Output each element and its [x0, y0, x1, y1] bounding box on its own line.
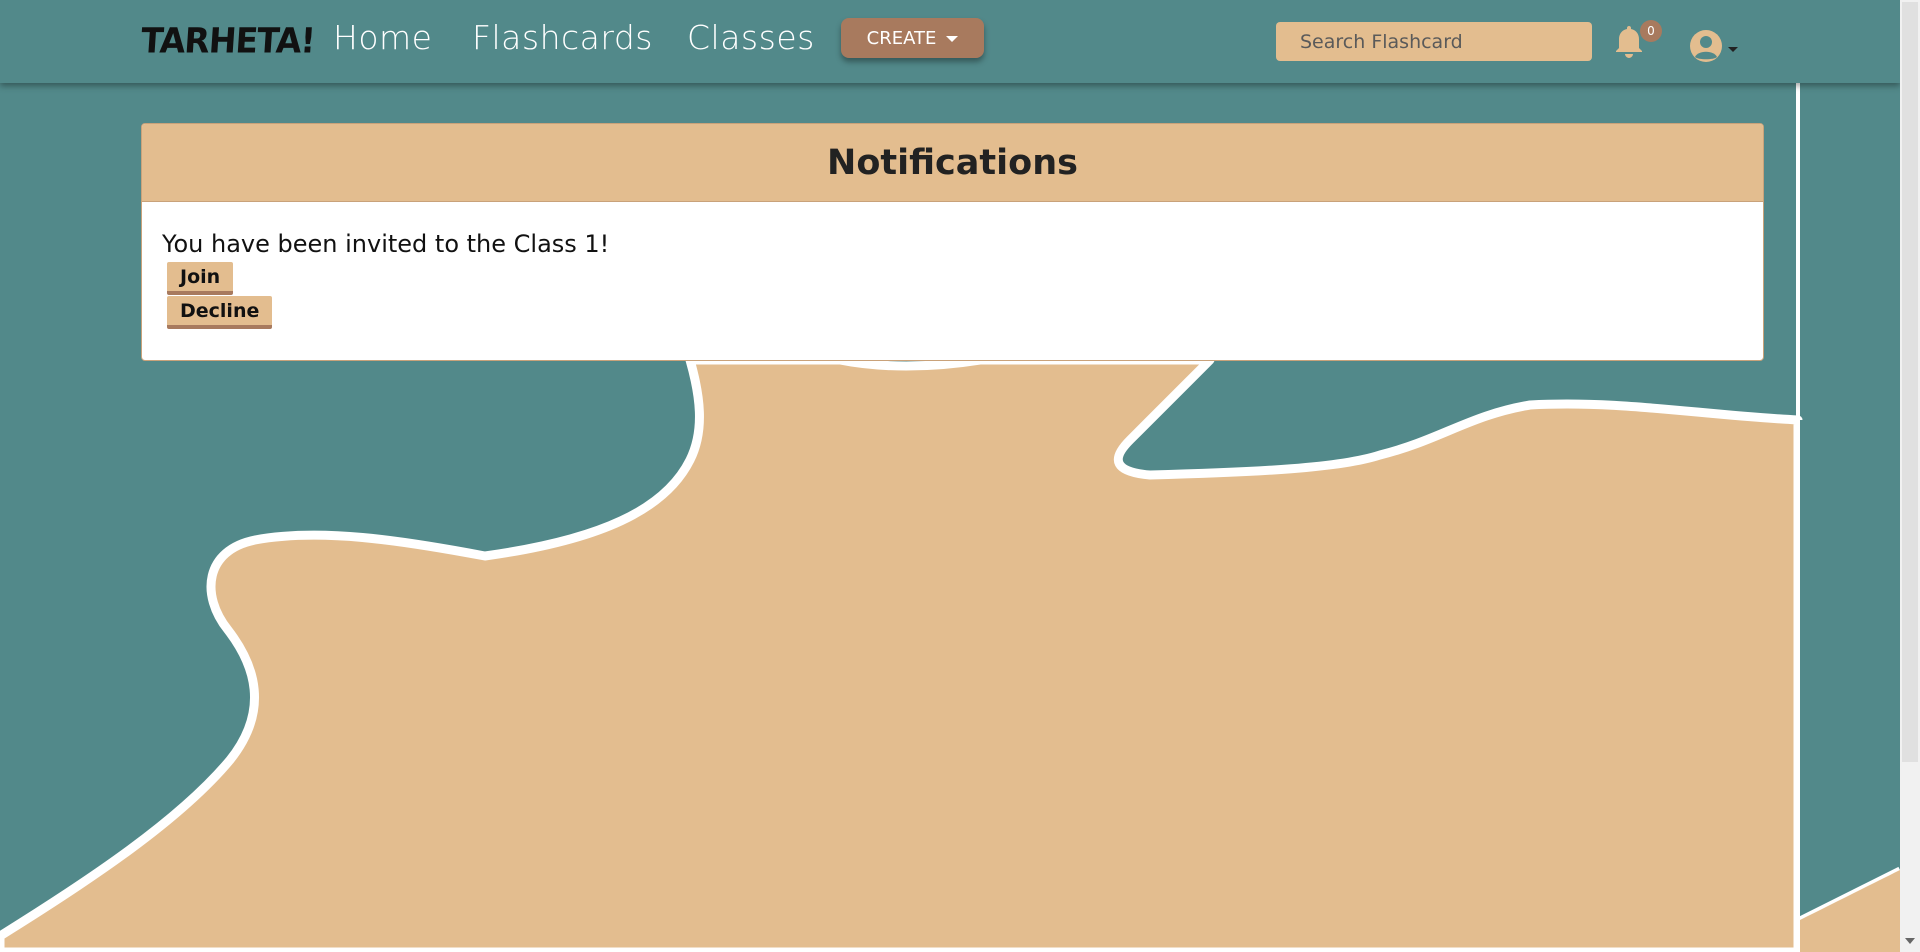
caret-down-icon: [946, 36, 959, 42]
scrollbar-thumb[interactable]: [1902, 2, 1918, 762]
decline-button[interactable]: Decline: [167, 296, 273, 329]
notification-message: You have been invited to the Class 1!: [162, 230, 610, 258]
nav-link-flashcards[interactable]: Flashcards: [472, 19, 653, 56]
scroll-down-arrow-icon[interactable]: [1905, 938, 1915, 944]
top-navbar: TARHETA! Home Flashcards Classes CREATE …: [0, 0, 1900, 83]
notification-item: You have been invited to the Class 1! Jo…: [162, 230, 1743, 329]
notifications-list: You have been invited to the Class 1! Jo…: [142, 202, 1763, 329]
app-logo[interactable]: TARHETA!: [140, 20, 316, 61]
nav-link-classes[interactable]: Classes: [687, 19, 815, 56]
page-title: Notifications: [827, 142, 1078, 183]
notifications-card: Notifications You have been invited to t…: [141, 123, 1764, 361]
nav-link-home[interactable]: Home: [333, 19, 432, 56]
search-input[interactable]: [1276, 22, 1592, 61]
background-right-panel: [1800, 420, 1900, 920]
notification-count-badge: 0: [1640, 20, 1662, 42]
create-button-label: CREATE: [866, 27, 937, 49]
background-blob-shape: [0, 355, 1803, 952]
join-button[interactable]: Join: [167, 262, 234, 295]
notifications-card-header: Notifications: [142, 124, 1763, 202]
user-circle-icon: [1690, 30, 1738, 62]
create-dropdown-button[interactable]: CREATE: [841, 18, 984, 58]
user-menu-button[interactable]: [1690, 30, 1746, 64]
